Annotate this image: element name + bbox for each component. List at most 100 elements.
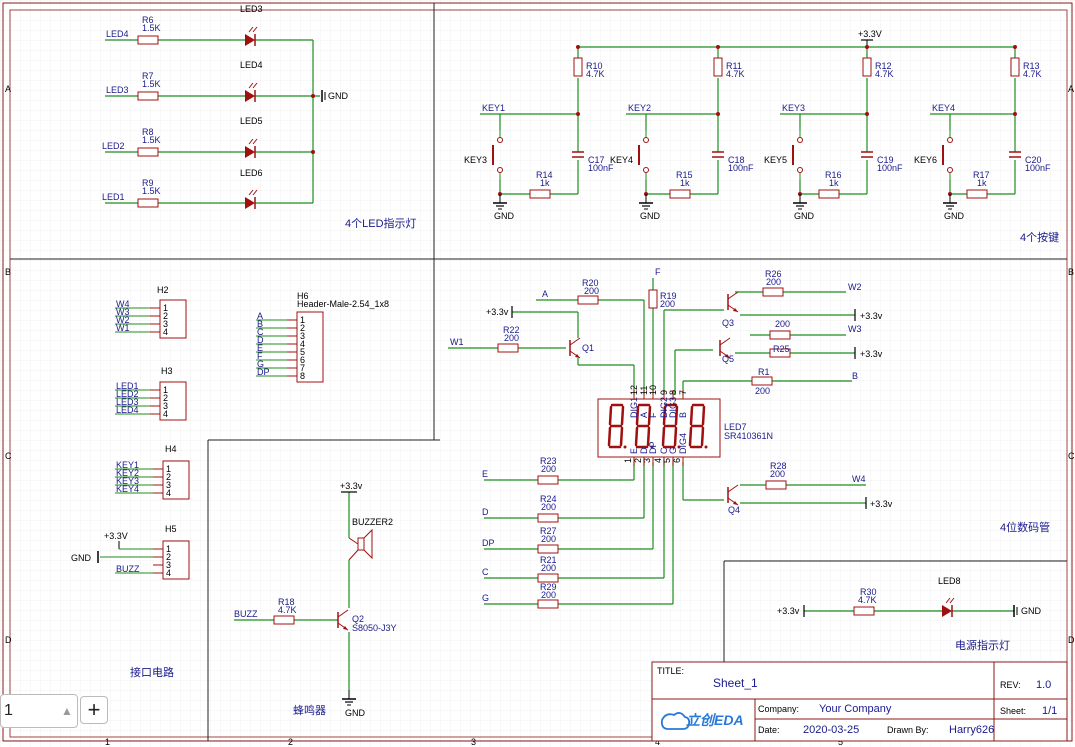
net-g: G	[482, 593, 489, 603]
company-value: Your Company	[819, 703, 892, 715]
power-section-title: 电源指示灯	[955, 638, 1010, 652]
power-vcc-label: +3.3v	[777, 606, 800, 616]
row-marker-d: D	[5, 635, 12, 645]
row-marker-b: B	[5, 267, 11, 277]
row-marker-b-right: B	[1068, 267, 1074, 277]
led8-label: LED8	[938, 576, 961, 586]
row-marker-c-right: C	[1068, 451, 1075, 461]
r1-value: 200	[755, 386, 770, 396]
q1-vcc-label: +3.3v	[486, 307, 509, 317]
seg-section-title: 4位数码管	[1000, 520, 1050, 534]
series-resistor	[529, 189, 551, 199]
r-unnamed-value: 200	[775, 319, 790, 329]
row-marker-a: A	[5, 84, 11, 94]
r21-value: 200	[541, 563, 556, 573]
key-gnd-label: GND	[640, 211, 661, 221]
company-label: Company:	[758, 704, 799, 714]
series-resistor	[818, 189, 840, 199]
net-led3: LED3	[106, 85, 129, 95]
header-name: H3	[161, 366, 173, 376]
net-led2: LED2	[102, 141, 125, 151]
key-gnd-label: GND	[794, 211, 815, 221]
seg-top-pin-name: DIG1	[629, 397, 639, 418]
pullup-resistor	[1010, 57, 1020, 77]
key-gnd-label: GND	[494, 211, 515, 221]
pullup-resistor	[862, 57, 872, 77]
interface-section-title: 接口电路	[130, 666, 174, 679]
q3-label: Q3	[722, 318, 734, 328]
r18-value: 4.7K	[278, 605, 297, 615]
cap-value: 100nF	[728, 163, 754, 173]
h5-vcc-label: +3.3V	[104, 531, 128, 541]
q5-label: Q5	[722, 354, 734, 364]
seg-top-pin-name: DIG3	[668, 397, 678, 418]
seg-bottom-pin-number: 1	[623, 458, 633, 463]
sheet-label: Sheet:	[1000, 706, 1026, 716]
seg-top-pin-number: 7	[678, 390, 688, 395]
pullup-resistor-value: 4.7K	[1023, 69, 1042, 79]
title-block: TITLE: Sheet_1 REV: 1.0 Company: Your Co…	[651, 661, 1068, 742]
sheet-value: 1/1	[1042, 705, 1057, 717]
key-vcc-label: +3.3V	[858, 29, 882, 39]
net-w1: W1	[450, 337, 464, 347]
series-resistor	[669, 189, 691, 199]
led4-label: LED4	[240, 60, 263, 70]
col-marker-3: 3	[471, 737, 476, 747]
seg-bottom-pin-name: G	[668, 447, 678, 454]
cap-value: 100nF	[1025, 163, 1051, 173]
net-w3: W3	[848, 324, 862, 334]
r9-value: 1.5K	[142, 186, 161, 196]
q4-label: Q4	[728, 505, 740, 515]
zoom-input[interactable]: 1 ▲	[0, 694, 78, 728]
r1-label: R1	[758, 367, 770, 377]
seg-bottom-pin-name: E	[629, 448, 639, 454]
sheet-title: Sheet_1	[713, 676, 758, 690]
h5-gnd-label: GND	[71, 553, 92, 563]
date-label: Date:	[758, 725, 780, 735]
h2-net-label: W1	[116, 323, 130, 333]
seg-top-pin-number: 12	[629, 385, 639, 395]
pullup-resistor-value: 4.7K	[586, 69, 605, 79]
r7-value: 1.5K	[142, 79, 161, 89]
net-led1: LED1	[102, 192, 125, 202]
key-net-label: KEY4	[932, 103, 955, 113]
pullup-resistor-value: 4.7K	[726, 69, 745, 79]
seg-top-pin-name: B	[678, 412, 688, 418]
pin-number: 4	[163, 409, 168, 419]
r29-value: 200	[541, 590, 556, 600]
pin-number: 4	[166, 568, 171, 578]
zoom-in-button[interactable]: +	[80, 696, 108, 724]
led6-label: LED6	[240, 168, 263, 178]
buzzer-gnd-label: GND	[345, 708, 366, 718]
drawn-by-label: Drawn By:	[887, 725, 929, 735]
series-resistor-value: 1k	[680, 178, 690, 188]
schematic-sheet[interactable]: A B C D A B C D 1 2 3 4 5 GND LED4 R6 1.…	[0, 0, 1075, 747]
key-section-title: 4个按键	[1020, 230, 1059, 244]
buzzer-part-label: BUZZER2	[352, 517, 393, 527]
h4-net-label: KEY4	[116, 484, 139, 494]
series-resistor-value: 1k	[829, 178, 839, 188]
zoom-up-icon[interactable]: ▲	[57, 704, 77, 718]
pullup-resistor-value: 4.7K	[875, 69, 894, 79]
seg-bottom-pin-name: DIG4	[678, 433, 688, 454]
buzzer-section-title: 蜂鸣器	[293, 703, 326, 717]
series-resistor-value: 1k	[540, 178, 550, 188]
pullup-resistor	[713, 57, 723, 77]
net-dp: DP	[482, 538, 495, 548]
key-net-label: KEY3	[782, 103, 805, 113]
net-f: F	[655, 267, 661, 277]
row-marker-c: C	[5, 451, 12, 461]
r6-value: 1.5K	[142, 23, 161, 33]
zoom-value[interactable]: 1	[1, 702, 57, 720]
seg-top-pin-number: 10	[648, 385, 658, 395]
net-a: A	[542, 289, 548, 299]
pin-number: 4	[163, 327, 168, 337]
r27-value: 200	[541, 534, 556, 544]
net-w2: W2	[848, 282, 862, 292]
seg-top-pin-name: F	[648, 412, 658, 418]
q1-label: Q1	[582, 343, 594, 353]
q5-vcc-label: +3.3v	[860, 349, 883, 359]
h6-part-label: Header-Male-2.54_1x8	[297, 299, 389, 309]
key-net-label: KEY1	[482, 103, 505, 113]
h5-buzz-label: BUZZ	[116, 564, 140, 574]
